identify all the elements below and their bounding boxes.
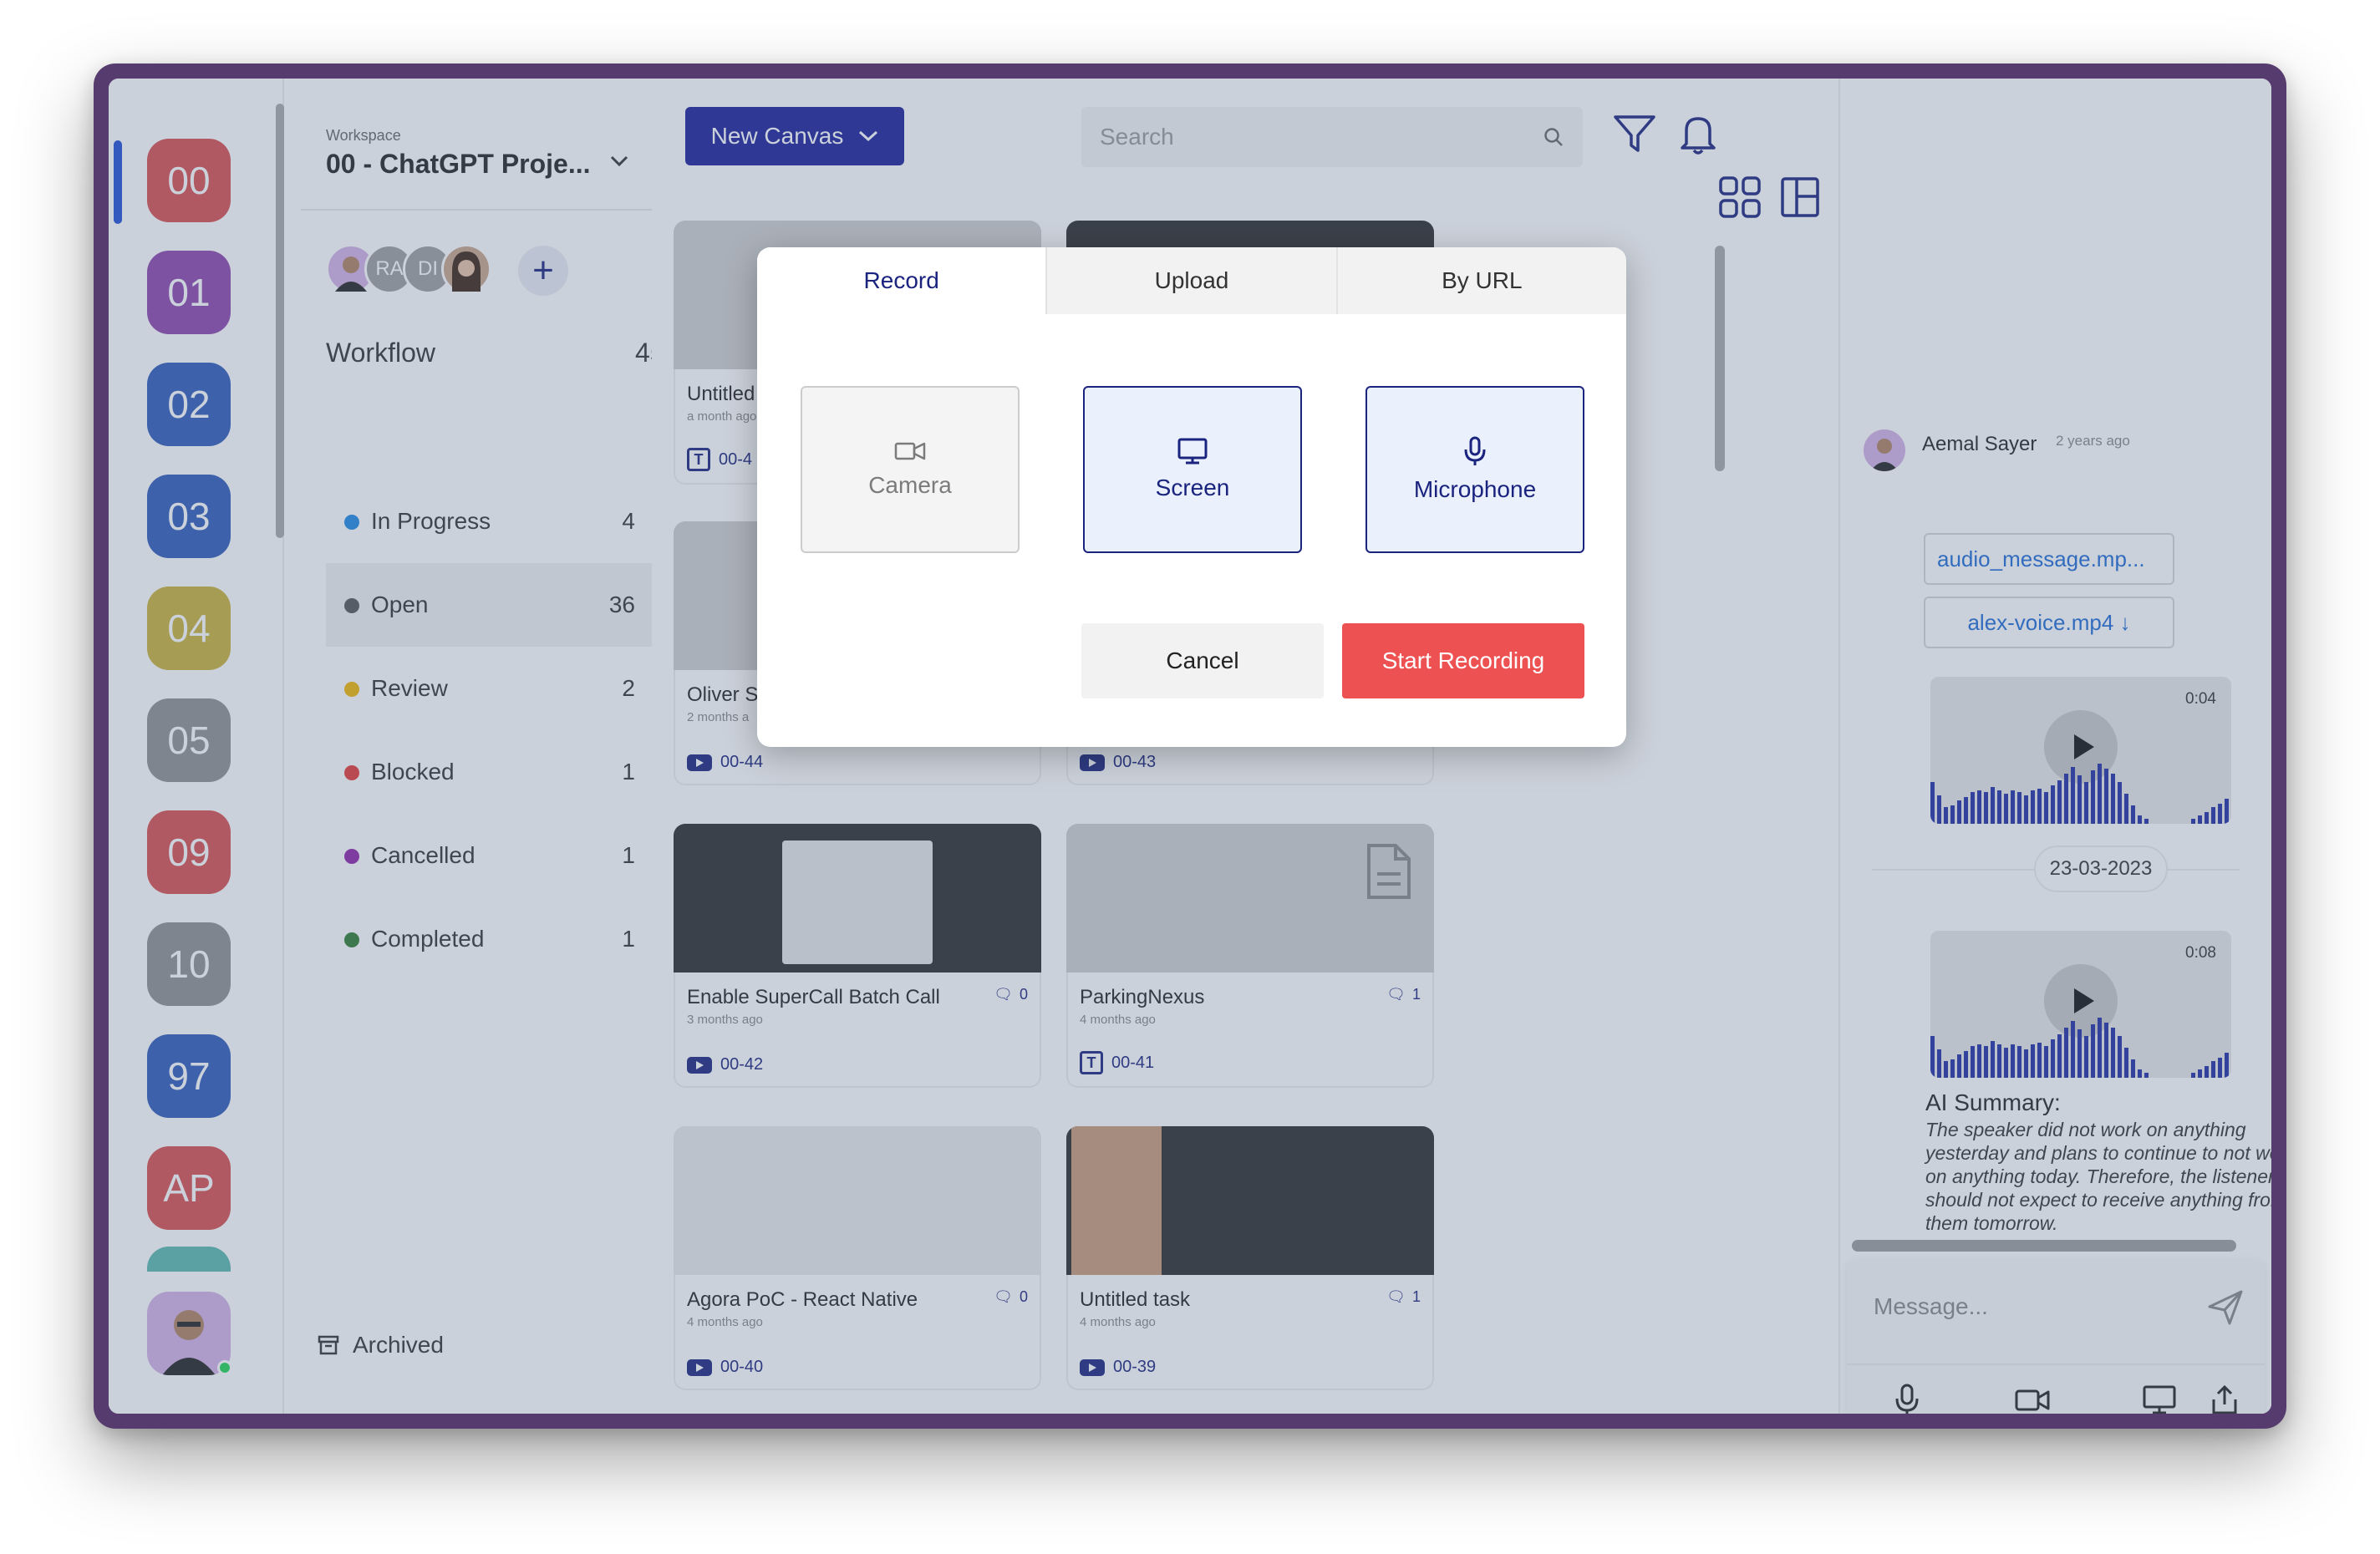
video-camera-icon — [894, 442, 926, 460]
camera-source-button[interactable]: Camera — [801, 386, 1020, 553]
tab-upload[interactable]: Upload — [1045, 247, 1335, 314]
screen-label: Screen — [1155, 475, 1230, 500]
microphone-icon — [1464, 436, 1486, 465]
monitor-icon — [1177, 438, 1208, 465]
record-dialog: Record Upload By URL Camera Screen Micro… — [757, 247, 1626, 747]
camera-label: Camera — [868, 472, 952, 498]
app-window: 00 01 02 03 04 05 09 10 97 AP Workspace … — [94, 63, 2286, 1429]
screen-source-button[interactable]: Screen — [1083, 386, 1302, 553]
app-frame: 00 01 02 03 04 05 09 10 97 AP Workspace … — [109, 79, 2271, 1414]
start-recording-button[interactable]: Start Recording — [1342, 623, 1584, 698]
tab-by-url[interactable]: By URL — [1335, 247, 1626, 314]
cancel-button[interactable]: Cancel — [1081, 623, 1324, 698]
microphone-source-button[interactable]: Microphone — [1365, 386, 1584, 553]
microphone-label: Microphone — [1413, 476, 1537, 502]
dialog-tabs: Record Upload By URL — [757, 247, 1626, 314]
tab-record[interactable]: Record — [757, 247, 1046, 314]
